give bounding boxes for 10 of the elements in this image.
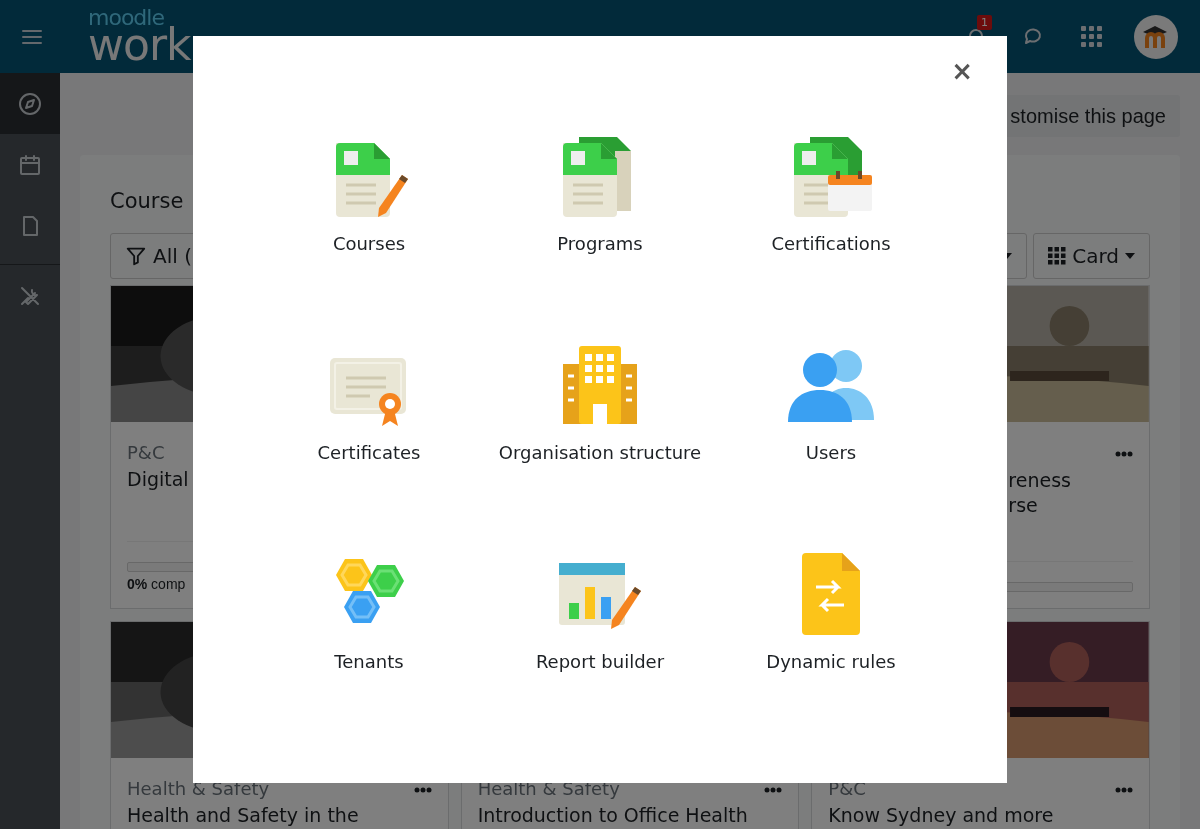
course-title: Health and Safety in the bbox=[127, 803, 359, 828]
block-title: Course bbox=[110, 189, 185, 213]
notification-badge: 1 bbox=[977, 14, 992, 30]
course-title: Introduction to Office Health bbox=[477, 803, 748, 828]
course-title: reness rse bbox=[1007, 468, 1071, 518]
course-title: Digital bbox=[127, 467, 189, 492]
progress-text: 0% comp bbox=[127, 576, 187, 592]
course-title: Know Sydney and more bbox=[828, 803, 1054, 828]
logo-text: moodle bbox=[88, 6, 164, 23]
course-category: P&C bbox=[127, 442, 165, 463]
